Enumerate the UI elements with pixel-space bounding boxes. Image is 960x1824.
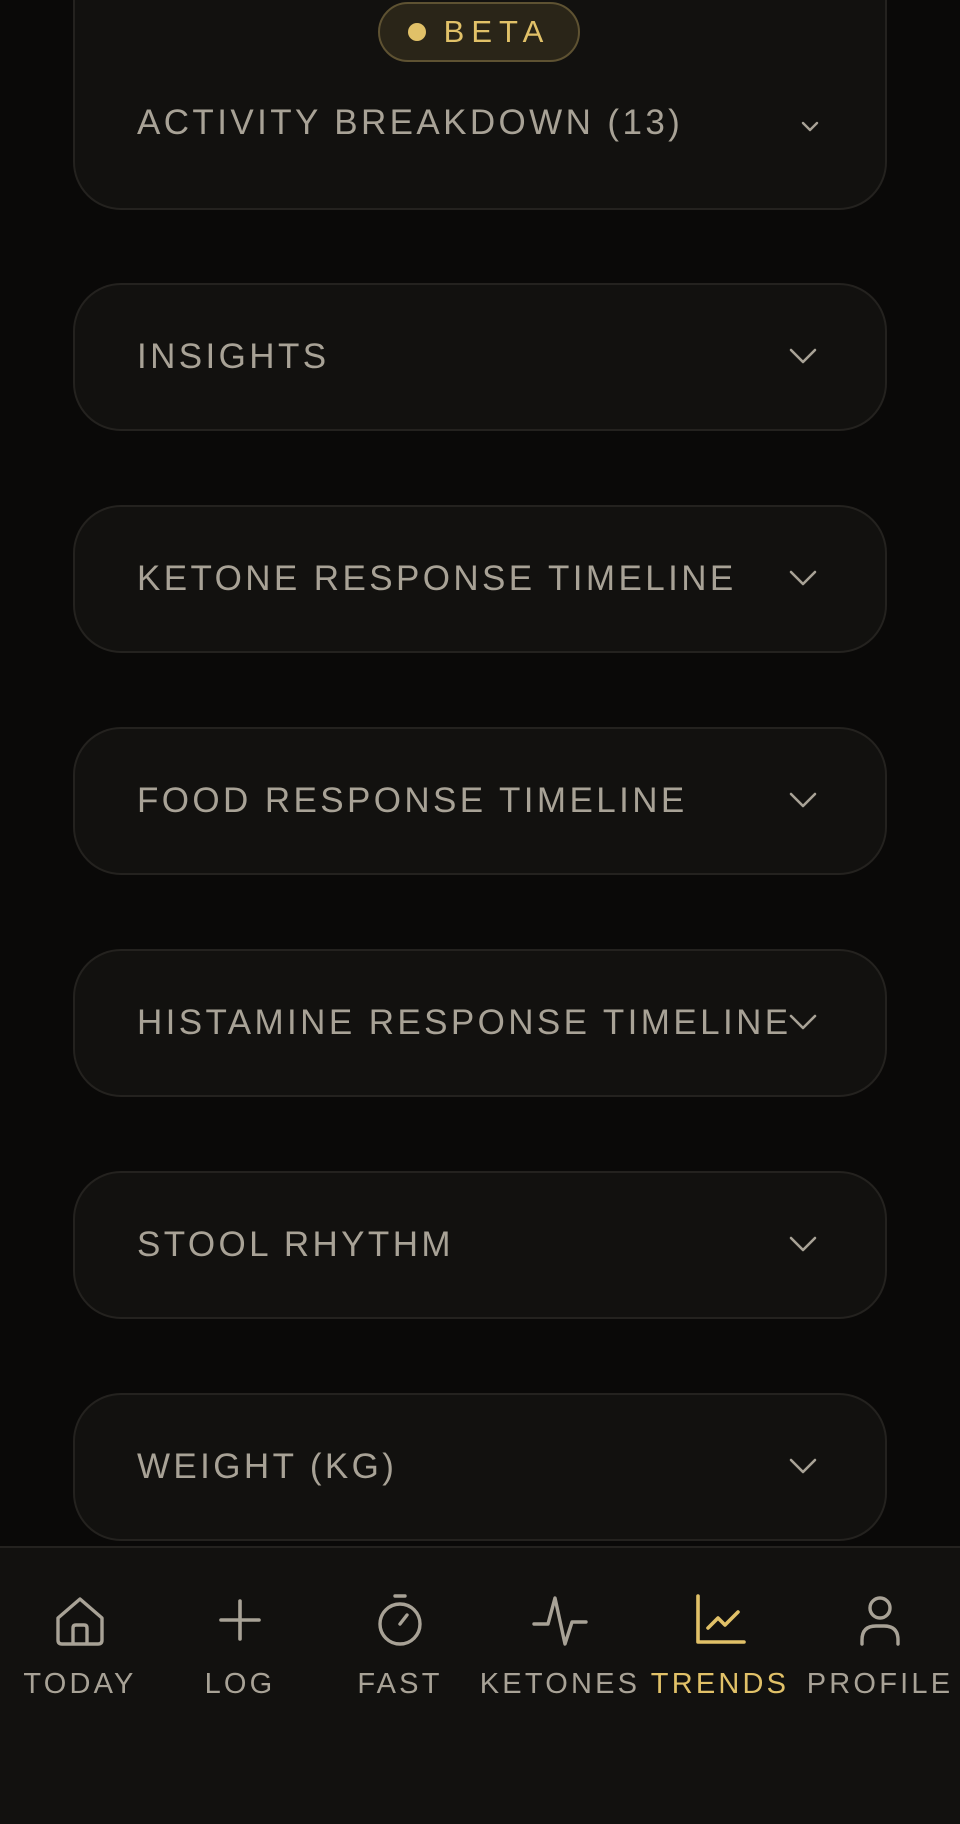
chevron-down-icon [789,570,817,588]
chevron-down-icon [789,1014,817,1032]
chevron-down-icon [789,348,817,366]
section-title: KETONE RESPONSE TIMELINE [137,559,737,598]
beta-badge: BETA [378,2,580,62]
tab-today[interactable]: TODAY [0,1588,160,1701]
pulse-icon [528,1588,592,1652]
section-ketone-response-timeline[interactable]: KETONE RESPONSE TIMELINE [73,505,887,653]
bottom-tab-bar: TODAY LOG FAST KETONES TRENDS PROFILE [0,1546,960,1824]
section-food-response-timeline[interactable]: FOOD RESPONSE TIMELINE [73,727,887,875]
section-insights[interactable]: INSIGHTS [73,283,887,431]
tab-label: FAST [357,1668,443,1700]
chevron-down-icon [789,1236,817,1254]
tab-log[interactable]: LOG [160,1588,320,1701]
tab-label: PROFILE [806,1668,954,1700]
chevron-down-icon [789,792,817,810]
section-histamine-response-timeline[interactable]: HISTAMINE RESPONSE TIMELINE [73,949,887,1097]
tab-label: LOG [204,1668,276,1700]
tab-label: TRENDS [650,1668,790,1700]
section-title: WEIGHT (KG) [137,1447,398,1486]
section-title: STOOL RHYTHM [137,1225,454,1264]
tab-ketones[interactable]: KETONES [480,1588,640,1701]
section-title: HISTAMINE RESPONSE TIMELINE [137,1003,792,1042]
user-icon [848,1588,912,1652]
home-icon [48,1588,112,1652]
beta-label: BETA [443,14,551,49]
chart-icon [688,1588,752,1652]
trends-section-list: ACTIVITY BREAKDOWN (13) BETA INSIGHTS KE… [0,0,960,1548]
tab-label: KETONES [479,1668,641,1700]
chevron-down-icon [789,1458,817,1476]
section-stool-rhythm[interactable]: STOOL RHYTHM [73,1171,887,1319]
tab-profile[interactable]: PROFILE [800,1588,960,1701]
stopwatch-icon [368,1588,432,1652]
plus-icon [208,1588,272,1652]
chevron-down-icon [801,121,819,133]
tab-trends[interactable]: TRENDS [640,1588,800,1701]
tab-fast[interactable]: FAST [320,1588,480,1701]
tab-label: TODAY [23,1668,137,1700]
section-weight-kg[interactable]: WEIGHT (KG) [73,1393,887,1541]
beta-dot [407,23,426,41]
section-title: ACTIVITY BREAKDOWN (13) [137,103,684,142]
section-title: FOOD RESPONSE TIMELINE [137,781,688,820]
section-title: INSIGHTS [137,337,330,376]
